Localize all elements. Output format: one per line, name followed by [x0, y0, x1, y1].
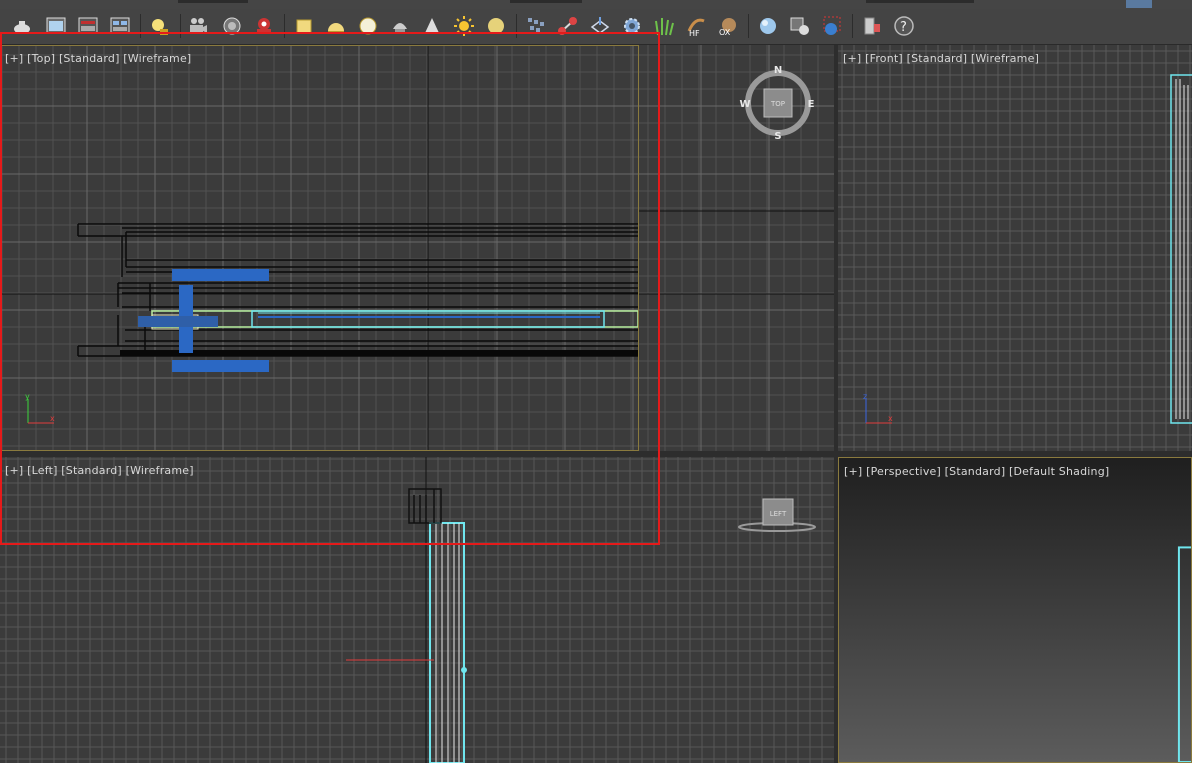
- viewcube-left[interactable]: LEFT: [734, 493, 820, 539]
- scene-converter-icon[interactable]: [788, 14, 812, 38]
- axis-label-x: x: [888, 414, 893, 423]
- hf-label: HF: [689, 29, 700, 37]
- selection-highlight-box: [0, 32, 660, 545]
- compass-north: N: [774, 65, 782, 76]
- viewcube-top-face: TOP: [770, 100, 785, 108]
- hair-icon[interactable]: HF: [684, 14, 708, 38]
- selection-to-sphere-icon[interactable]: [820, 14, 844, 38]
- ox-label: OX: [719, 28, 731, 37]
- viewport-front-label[interactable]: [+] [Front] [Standard] [Wireframe]: [843, 52, 1039, 65]
- vr-cabinet-icon[interactable]: [860, 14, 884, 38]
- viewport-perspective-label[interactable]: [+] [Perspective] [Standard] [Default Sh…: [844, 465, 1109, 478]
- help-icon[interactable]: ?: [892, 14, 916, 38]
- viewport-perspective-canvas: [1177, 546, 1191, 762]
- compass-east: E: [808, 99, 815, 110]
- toolbar-separator: [852, 14, 853, 38]
- axis-tripod-front: z x: [863, 392, 893, 424]
- axis-label-z: z: [863, 392, 867, 401]
- viewport-perspective[interactable]: [+] [Perspective] [Standard] [Default Sh…: [838, 457, 1192, 763]
- compass-west: W: [739, 99, 750, 110]
- viewport-front[interactable]: [+] [Front] [Standard] [Wireframe] z x: [838, 45, 1192, 451]
- sphere-shaded-icon[interactable]: [756, 14, 780, 38]
- texture-ball-icon[interactable]: OX: [716, 14, 740, 38]
- compass-south: S: [774, 131, 781, 142]
- viewport-divider-vertical[interactable]: [834, 45, 838, 763]
- toolbar-separator: [748, 14, 749, 38]
- viewcube-compass[interactable]: TOP N S E W: [736, 63, 820, 147]
- viewcube-left-face: LEFT: [770, 510, 787, 518]
- svg-text:?: ?: [900, 20, 907, 35]
- toolbar-top-strip: [0, 0, 1192, 9]
